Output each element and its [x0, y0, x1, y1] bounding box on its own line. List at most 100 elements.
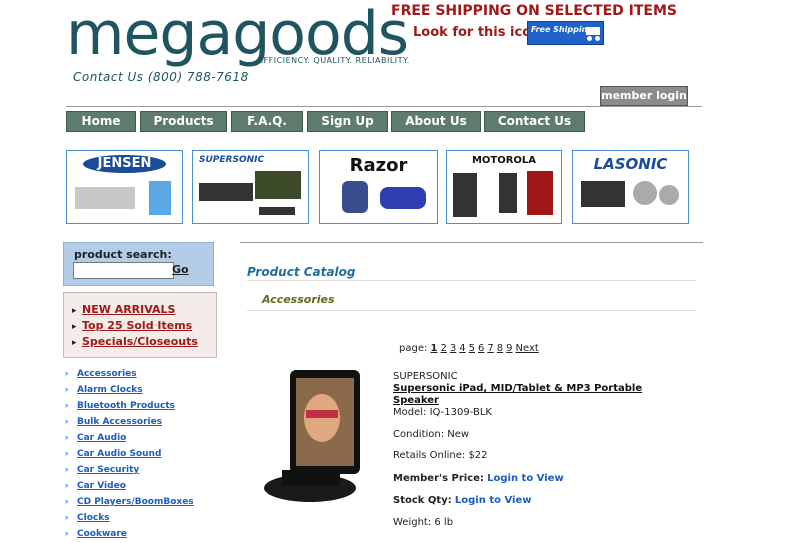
chevron-right-icon: › [65, 433, 69, 442]
speaker-image [633, 181, 657, 205]
chevron-right-icon: › [65, 449, 69, 458]
nav-faq[interactable]: F.A.Q. [231, 111, 303, 132]
brand-name: LASONIC [593, 155, 668, 173]
page-link[interactable]: 4 [459, 343, 465, 354]
product-weight: Weight: 6 lb [393, 517, 454, 528]
product-search-panel: product search: Go [63, 242, 214, 286]
category-link[interactable]: › Alarm Clocks [65, 385, 143, 395]
category-label: Bluetooth Products [77, 401, 176, 411]
quick-link-new-arrivals[interactable]: ▸ NEW ARRIVALS [72, 303, 175, 316]
category-link[interactable]: › Cookware [65, 529, 127, 539]
arrow-icon: ▸ [72, 338, 77, 348]
category-label: Bulk Accessories [77, 417, 163, 427]
arrow-icon: ▸ [72, 306, 77, 316]
brand-banner-lasonic[interactable]: LASONIC [572, 150, 689, 224]
category-link[interactable]: › Accessories [65, 369, 137, 379]
category-link[interactable]: › Car Audio Sound [65, 449, 161, 459]
chevron-right-icon: › [65, 417, 69, 426]
motorbike-image [380, 187, 426, 209]
search-input[interactable] [73, 262, 174, 279]
quick-link-specials[interactable]: ▸ Specials/Closeouts [72, 335, 198, 348]
page-link[interactable]: 6 [478, 343, 484, 354]
quick-link-label: Top 25 Sold Items [82, 319, 193, 332]
page-link[interactable]: 8 [497, 343, 503, 354]
chevron-right-icon: › [65, 401, 69, 410]
car-stereo-image [199, 183, 253, 201]
quick-link-label: NEW ARRIVALS [82, 303, 176, 316]
free-shipping-badge-label: Free Shipping [531, 25, 593, 34]
brand-banner-motorola[interactable]: MOTOROLA [446, 150, 562, 224]
brand-name: JENSEN [83, 155, 166, 173]
member-price-label: Member's Price: [393, 473, 484, 484]
member-price-row: Member's Price: Login to View [393, 473, 564, 484]
truck-icon [586, 27, 600, 35]
truck-wheel-icon [595, 36, 600, 41]
stock-qty-label: Stock Qty: [393, 495, 452, 506]
category-label: Cookware [77, 529, 127, 539]
stock-qty-row: Stock Qty: Login to View [393, 495, 531, 506]
quick-links-panel: ▸ NEW ARRIVALS ▸ Top 25 Sold Items ▸ Specia… [63, 292, 217, 358]
shipping-headline: FREE SHIPPING ON SELECTED ITEMS [391, 3, 678, 19]
chevron-right-icon: › [65, 481, 69, 490]
category-link[interactable]: › Clocks [65, 513, 110, 523]
section-divider [247, 310, 696, 311]
brand-banner-jensen[interactable]: JENSEN [66, 150, 183, 224]
nav-signup[interactable]: Sign Up [307, 111, 388, 132]
page-link[interactable]: 3 [450, 343, 456, 354]
screen-image [255, 171, 301, 199]
phone-image [499, 173, 517, 213]
product-title-link[interactable]: Supersonic iPad, MID/Tablet & MP3 Portab… [393, 383, 642, 394]
brand-name: MOTOROLA [471, 155, 537, 166]
speaker-image [149, 181, 171, 215]
member-price-login-link[interactable]: Login to View [487, 473, 564, 484]
chevron-right-icon: › [65, 465, 69, 474]
chevron-right-icon: › [65, 513, 69, 522]
product-title-link-continued[interactable]: Speaker [393, 395, 439, 406]
category-link[interactable]: › Car Audio [65, 433, 126, 443]
arrow-icon: ▸ [72, 322, 77, 332]
next-page-link[interactable]: Next [516, 343, 539, 354]
category-link[interactable]: › CD Players/BoomBoxes [65, 497, 194, 507]
stock-qty-login-link[interactable]: Login to View [455, 495, 532, 506]
product-brand: SUPERSONIC [393, 371, 458, 382]
category-link[interactable]: › Bulk Accessories [65, 417, 162, 427]
quick-link-top-25[interactable]: ▸ Top 25 Sold Items [72, 319, 192, 332]
page-link[interactable]: 2 [441, 343, 447, 354]
truck-wheel-icon [587, 36, 592, 41]
member-login-button[interactable]: member login [600, 86, 688, 106]
brand-banner-supersonic[interactable]: SUPERSONIC [192, 150, 309, 224]
search-go-button[interactable]: Go [172, 263, 189, 276]
category-label: Car Audio [77, 433, 127, 443]
section-title: Accessories [262, 293, 335, 306]
category-link[interactable]: › Bluetooth Products [65, 401, 175, 411]
chevron-right-icon: › [65, 497, 69, 506]
quick-link-label: Specials/Closeouts [82, 335, 198, 348]
page-link[interactable]: 5 [469, 343, 475, 354]
phone-image [453, 173, 477, 217]
product-image[interactable] [262, 370, 374, 510]
search-label: product search: [74, 248, 172, 261]
chevron-right-icon: › [65, 529, 69, 538]
header-divider [66, 106, 702, 107]
category-link[interactable]: › Car Security [65, 465, 139, 475]
nav-products[interactable]: Products [140, 111, 227, 132]
page-title: Product Catalog [247, 265, 356, 279]
nav-about-us[interactable]: About Us [391, 111, 481, 132]
contact-phone: Contact Us (800) 788-7618 [73, 70, 249, 84]
category-label: Alarm Clocks [77, 385, 143, 395]
chevron-right-icon: › [65, 369, 69, 378]
brand-banner-razor[interactable]: Razor [319, 150, 438, 224]
page-link[interactable]: 9 [506, 343, 512, 354]
category-label: Accessories [77, 369, 137, 379]
page-link[interactable]: 1 [431, 343, 438, 354]
pager-label: page: [399, 343, 428, 354]
stereo-image [75, 187, 135, 209]
nav-home[interactable]: Home [66, 111, 136, 132]
phone-image [527, 171, 553, 215]
page-link[interactable]: 7 [487, 343, 493, 354]
product-condition: Condition: New [393, 429, 470, 440]
category-label: Clocks [77, 513, 110, 523]
nav-contact-us[interactable]: Contact Us [484, 111, 585, 132]
category-link[interactable]: › Car Video [65, 481, 126, 491]
brand-name: Razor [349, 155, 408, 176]
